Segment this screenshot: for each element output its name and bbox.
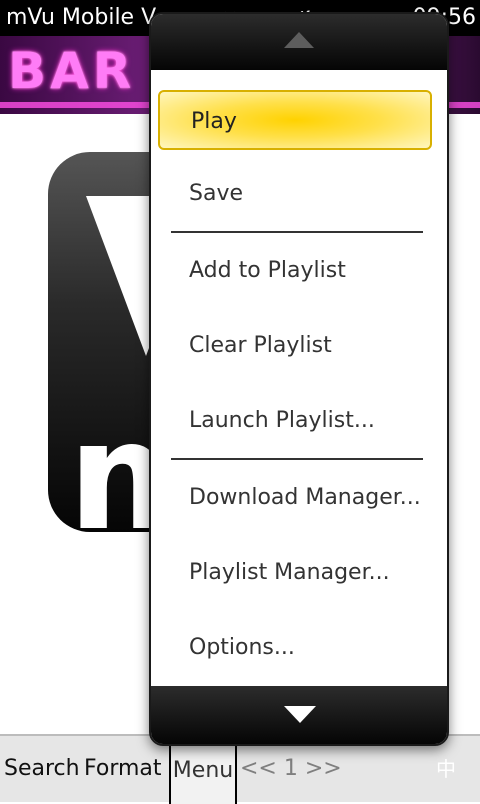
menu-item-save[interactable]: Save xyxy=(151,164,447,224)
menu-item-options[interactable]: Options... xyxy=(151,618,447,678)
menu-item-launch-playlist[interactable]: Launch Playlist... xyxy=(151,391,447,451)
scroll-down-bar[interactable] xyxy=(151,686,447,744)
app-title: mVu Mobile V xyxy=(6,5,157,30)
banner-text: BAR xyxy=(8,42,136,100)
scroll-up-bar[interactable] xyxy=(151,14,447,70)
arrow-down-icon[interactable] xyxy=(284,706,316,723)
menu-button[interactable]: Menu xyxy=(169,740,237,804)
menu-item-clear-playlist[interactable]: Clear Playlist xyxy=(151,316,447,376)
search-button[interactable]: Search xyxy=(4,736,80,802)
menu-item-play[interactable]: Play xyxy=(158,90,432,150)
menu-item-playlist-manager[interactable]: Playlist Manager... xyxy=(151,543,447,603)
ime-indicator[interactable]: 中 xyxy=(436,736,456,802)
arrow-up-icon[interactable] xyxy=(284,32,314,48)
format-button[interactable]: Format xyxy=(84,736,162,802)
context-menu: Play Save Add to Playlist Clear Playlist… xyxy=(149,12,449,746)
menu-item-download-manager[interactable]: Download Manager... xyxy=(151,468,447,528)
menu-divider xyxy=(171,458,423,460)
menu-item-add-to-playlist[interactable]: Add to Playlist xyxy=(151,241,447,301)
menu-divider xyxy=(171,231,423,233)
